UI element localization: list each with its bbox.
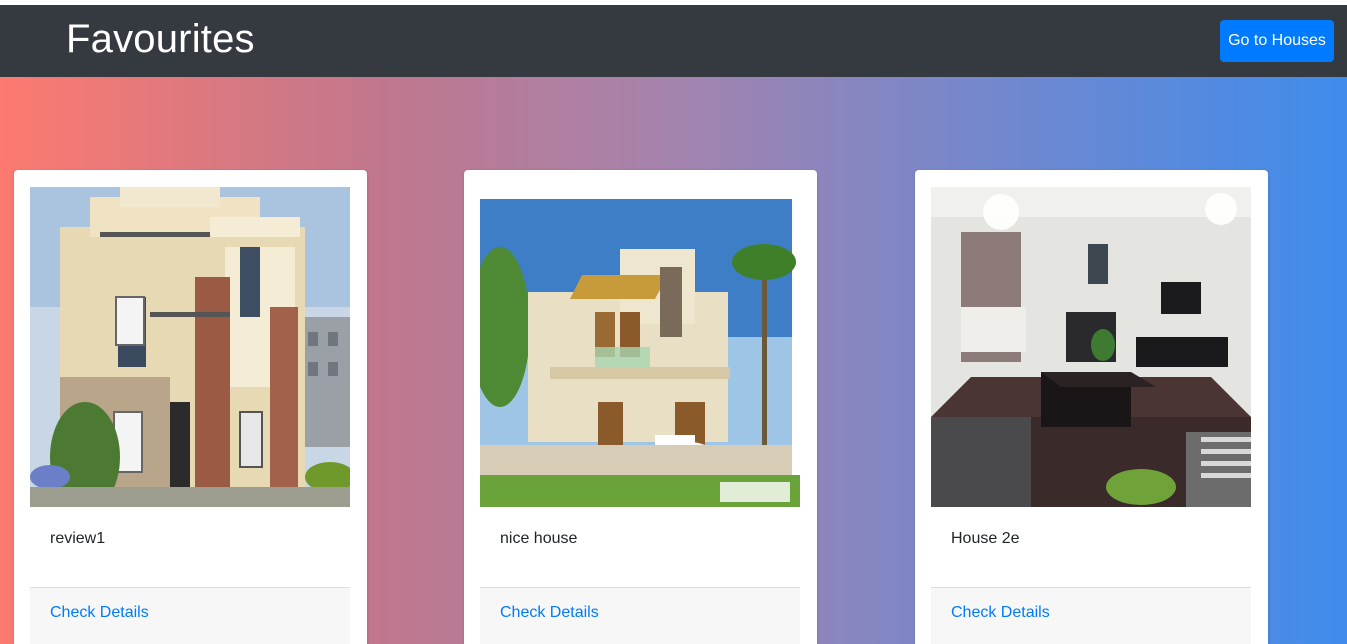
card-footer: Check Details xyxy=(480,587,800,644)
house-image[interactable] xyxy=(931,187,1251,507)
house-card: nice house Check Details xyxy=(464,170,817,644)
page-title: Favourites xyxy=(66,17,255,61)
card-footer: Check Details xyxy=(30,587,350,644)
check-details-link[interactable]: Check Details xyxy=(50,604,149,622)
house-title: review1 xyxy=(50,530,106,547)
check-details-link[interactable]: Check Details xyxy=(951,604,1050,622)
house-title: House 2e xyxy=(951,530,1020,547)
go-to-houses-button[interactable]: Go to Houses xyxy=(1220,20,1334,62)
card-footer: Check Details xyxy=(931,587,1251,644)
house-image[interactable] xyxy=(480,187,800,507)
navbar: Favourites Go to Houses xyxy=(0,5,1347,77)
house-image[interactable] xyxy=(30,187,350,507)
house-card: review1 Check Details xyxy=(14,170,367,644)
house-card: House 2e Check Details xyxy=(915,170,1268,644)
check-details-link[interactable]: Check Details xyxy=(500,604,599,622)
house-title: nice house xyxy=(500,530,578,547)
